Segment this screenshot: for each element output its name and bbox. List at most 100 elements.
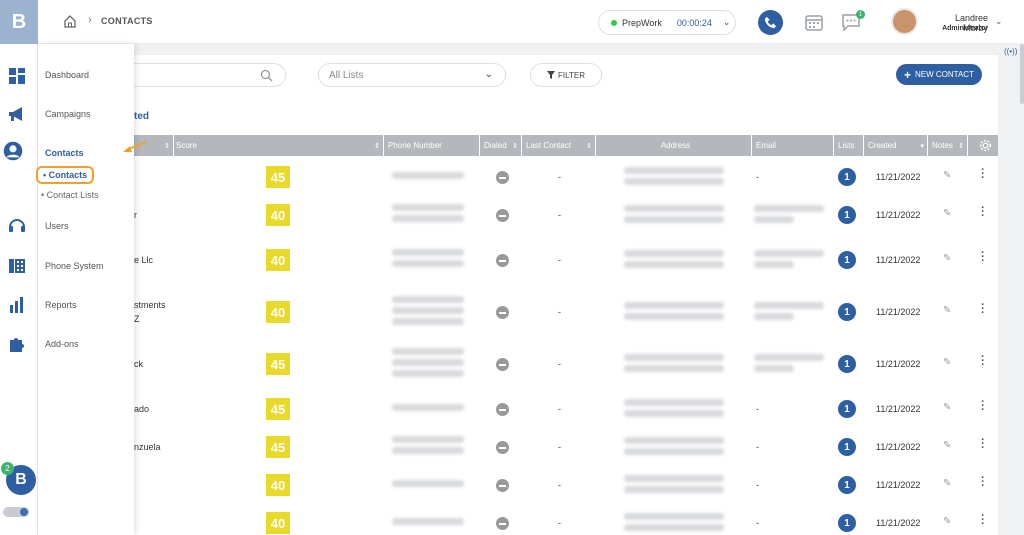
dashboard-icon[interactable]	[7, 66, 27, 86]
broadcast-icon[interactable]: ((•))	[1004, 47, 1017, 56]
row-actions-kebab-icon[interactable]: · · ·	[980, 300, 986, 319]
row-actions-kebab-icon[interactable]: · · ·	[980, 511, 986, 530]
sidebar-item-users[interactable]: Users	[45, 221, 69, 231]
email-cell[interactable]	[754, 302, 824, 324]
sidebar-subitem-contact-lists[interactable]: • Contact Lists	[41, 190, 99, 200]
phone-system-icon[interactable]	[7, 256, 27, 276]
table-row[interactable]: ck 45 - 1 11/21/2022 ✎ · · ·	[134, 338, 998, 390]
sidebar-item-contacts[interactable]: Contacts	[45, 148, 84, 158]
phone-numbers[interactable]	[392, 204, 464, 226]
settings-gear-icon[interactable]	[968, 135, 998, 156]
row-actions-kebab-icon[interactable]: · · ·	[980, 435, 986, 454]
email-cell[interactable]	[754, 250, 824, 272]
home-icon[interactable]	[63, 14, 77, 30]
add-note-icon[interactable]: ✎	[943, 478, 951, 489]
lists-count-badge[interactable]: 1	[838, 206, 856, 224]
puzzle-icon[interactable]	[7, 334, 27, 354]
sidebar-item-reports[interactable]: Reports	[45, 300, 77, 310]
phone-call-button[interactable]	[758, 10, 783, 35]
sidebar-item-phone-system[interactable]: Phone System	[45, 261, 104, 271]
chevron-down-icon[interactable]: ⌄	[995, 16, 1003, 27]
phone-numbers[interactable]	[392, 517, 464, 529]
avatar[interactable]	[891, 8, 918, 35]
th-notes[interactable]: Notes ⇕	[928, 135, 968, 156]
add-note-icon[interactable]: ✎	[943, 305, 951, 316]
table-row[interactable]: 45 - - 1 11/21/2022 ✎ · · ·	[134, 158, 998, 196]
th-created[interactable]: Created ▾	[864, 135, 928, 156]
contact-name-line2[interactable]: Z	[134, 314, 140, 324]
new-contact-button[interactable]: + NEW CONTACT	[896, 64, 982, 85]
add-note-icon[interactable]: ✎	[943, 253, 951, 264]
table-row[interactable]: 40 - - 1 11/21/2022 ✎ · · ·	[134, 504, 998, 535]
sidebar-item-dashboard[interactable]: Dashboard	[45, 70, 89, 80]
contact-name[interactable]: ck	[134, 359, 143, 369]
contact-name[interactable]: e Llc	[134, 255, 153, 265]
lists-count-badge[interactable]: 1	[838, 476, 856, 494]
lists-count-badge[interactable]: 1	[838, 251, 856, 269]
th-last-contact[interactable]: Last Contact ⇕	[522, 135, 596, 156]
sidebar-item-addons[interactable]: Add-ons	[45, 339, 79, 349]
filter-button[interactable]: FILTER	[530, 63, 602, 87]
th-lists[interactable]: Lists	[834, 135, 864, 156]
lists-count-badge[interactable]: 1	[838, 168, 856, 186]
row-actions-kebab-icon[interactable]: · · ·	[980, 203, 986, 222]
table-row[interactable]: r 40 - 1 11/21/2022 ✎ · · ·	[134, 196, 998, 234]
phone-numbers[interactable]	[392, 347, 464, 381]
contact-name[interactable]: stments	[134, 300, 166, 310]
table-row[interactable]: 40 - - 1 11/21/2022 ✎ · · ·	[134, 466, 998, 504]
contact-name[interactable]: ado	[134, 404, 149, 414]
search-icon[interactable]	[260, 69, 273, 84]
row-actions-kebab-icon[interactable]: · · ·	[980, 248, 986, 267]
address-redacted	[624, 354, 724, 361]
megaphone-icon[interactable]	[7, 104, 27, 124]
row-actions-kebab-icon[interactable]: · · ·	[980, 473, 986, 492]
phone-numbers[interactable]	[392, 295, 464, 329]
phone-numbers[interactable]	[392, 479, 464, 491]
lists-count-badge[interactable]: 1	[838, 355, 856, 373]
lists-count-badge[interactable]: 1	[838, 438, 856, 456]
add-note-icon[interactable]: ✎	[943, 516, 951, 527]
breadcrumb[interactable]: CONTACTS	[101, 16, 153, 26]
contact-name[interactable]: nzuela	[134, 442, 161, 452]
phone-numbers[interactable]	[392, 249, 464, 271]
table-row[interactable]: nzuela 45 - - 1 11/21/2022 ✎ · · ·	[134, 428, 998, 466]
th-email[interactable]: Email	[752, 135, 834, 156]
phone-numbers[interactable]	[392, 436, 464, 458]
calendar-icon[interactable]	[804, 12, 824, 34]
th-address[interactable]: Address	[596, 135, 752, 156]
contacts-user-icon[interactable]	[3, 141, 31, 169]
scrollbar[interactable]	[1020, 44, 1024, 104]
call-timer-dropdown[interactable]: PrepWork 00:00:24 ⌄	[598, 10, 736, 35]
add-note-icon[interactable]: ✎	[943, 357, 951, 368]
lists-count-badge[interactable]: 1	[838, 514, 856, 532]
table-row[interactable]: e Llc 40 - 1 11/21/2022 ✎ · · ·	[134, 234, 998, 286]
email-cell[interactable]	[754, 354, 824, 376]
add-note-icon[interactable]: ✎	[943, 170, 951, 181]
address-cell	[624, 475, 724, 497]
th-phone[interactable]: Phone Number	[384, 135, 480, 156]
table-row[interactable]: stments Z 40 - 1 11/21/2022 ✎ · · ·	[134, 286, 998, 338]
th-score[interactable]: Score ⇕	[172, 135, 384, 156]
sidebar-subitem-contacts[interactable]: • Contacts	[36, 166, 95, 184]
reports-chart-icon[interactable]	[7, 295, 27, 315]
contact-name[interactable]: r	[134, 210, 137, 220]
phone-numbers[interactable]	[392, 403, 464, 415]
email-cell[interactable]	[754, 205, 824, 227]
phone-numbers[interactable]	[392, 171, 464, 183]
lists-count-badge[interactable]: 1	[838, 400, 856, 418]
search-input[interactable]	[134, 63, 286, 87]
add-note-icon[interactable]: ✎	[943, 208, 951, 219]
sidebar-item-campaigns[interactable]: Campaigns	[45, 109, 91, 119]
app-logo[interactable]: B	[0, 0, 38, 44]
lists-select[interactable]: All Lists ⌄	[318, 63, 506, 87]
add-note-icon[interactable]: ✎	[943, 440, 951, 451]
add-note-icon[interactable]: ✎	[943, 402, 951, 413]
row-actions-kebab-icon[interactable]: · · ·	[980, 397, 986, 416]
row-actions-kebab-icon[interactable]: · · ·	[980, 352, 986, 371]
headset-icon[interactable]	[7, 216, 27, 236]
lists-count-badge[interactable]: 1	[838, 303, 856, 321]
status-toggle[interactable]	[3, 507, 29, 517]
table-row[interactable]: ado 45 - - 1 11/21/2022 ✎ · · ·	[134, 390, 998, 428]
th-dialed[interactable]: Dialed ⇕	[480, 135, 522, 156]
row-actions-kebab-icon[interactable]: · · ·	[980, 165, 986, 184]
